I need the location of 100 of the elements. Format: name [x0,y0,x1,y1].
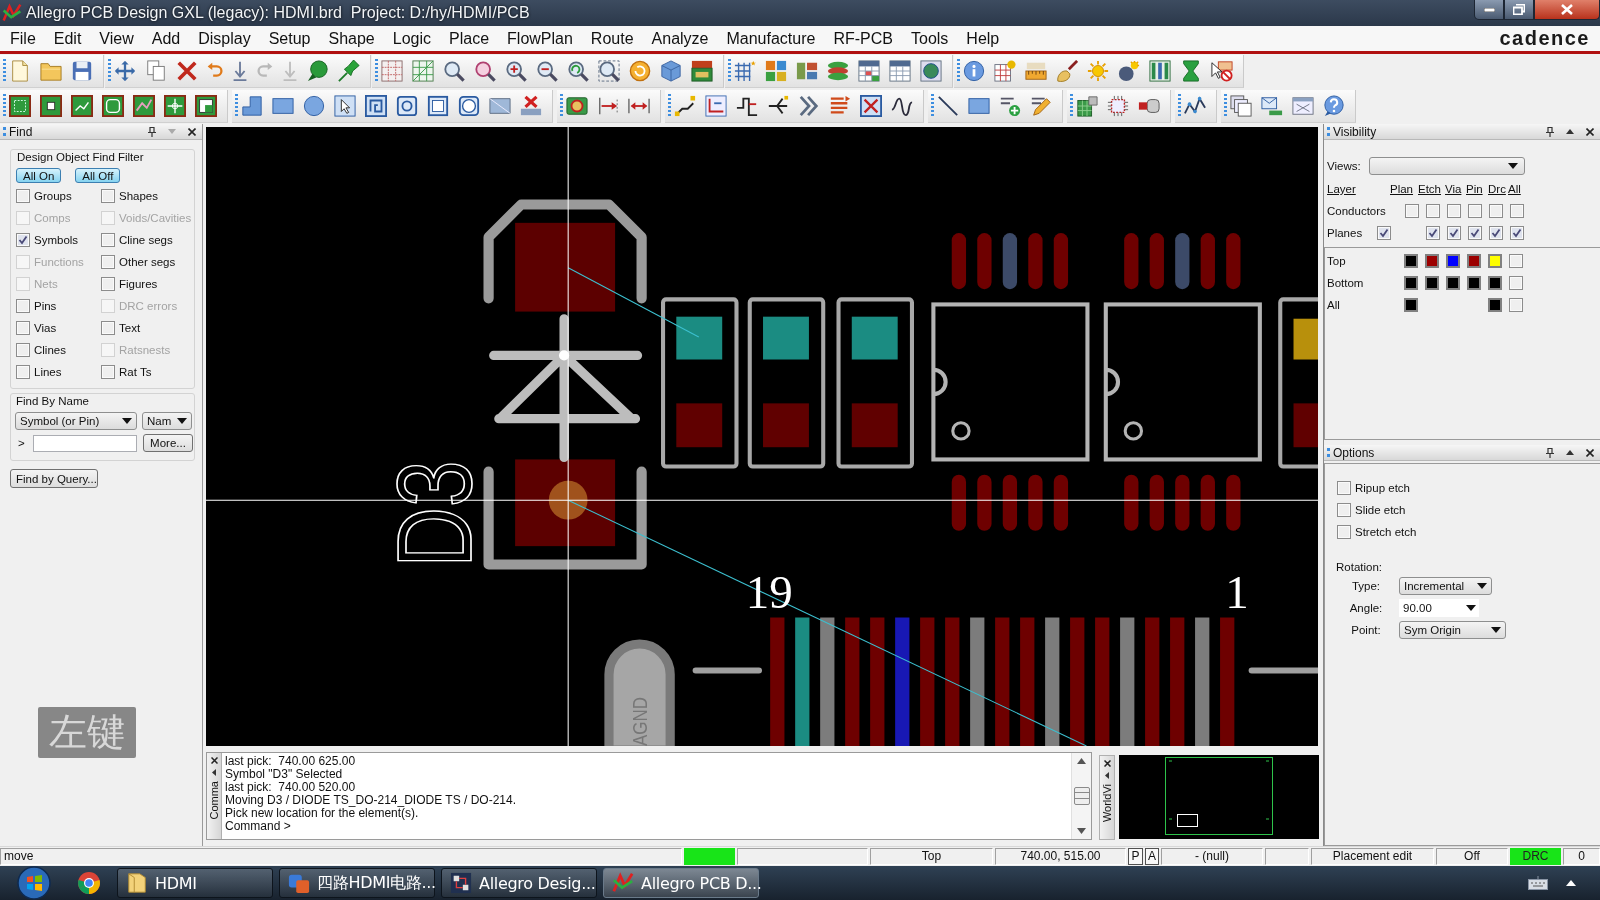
cube-icon[interactable] [660,60,682,82]
checkbox[interactable] [101,365,115,379]
column-header-link[interactable]: Via [1445,183,1466,195]
table-icon[interactable] [994,60,1016,82]
delete-icon[interactable] [176,60,198,82]
menu-item[interactable]: Setup [259,28,320,49]
circle-logo-icon[interactable] [77,871,101,895]
menu-item[interactable]: Add [142,28,190,49]
menu-item[interactable]: Help [957,28,1009,49]
columns-icon[interactable] [1149,60,1171,82]
checkbox[interactable] [1425,226,1440,240]
pointer-icon[interactable] [334,95,356,117]
circuit-board-icon[interactable] [566,95,588,117]
save-icon[interactable] [71,60,93,82]
spreadsheet-icon[interactable] [889,60,911,82]
grip-icon[interactable] [3,127,6,136]
filter-button[interactable]: All Off [75,168,121,183]
checkbox[interactable] [1509,226,1524,240]
rectangle-icon[interactable] [968,95,990,117]
layer-color-swatch[interactable] [1445,254,1460,268]
copy-icon[interactable] [145,60,167,82]
panel-tab[interactable]: Comma [207,753,222,839]
menu-item[interactable]: Shape [319,28,384,49]
refresh-icon[interactable] [629,60,651,82]
checkbox[interactable] [16,343,30,357]
layer-color-swatch[interactable] [1403,276,1418,290]
collapse-arrow-icon[interactable] [1566,450,1574,455]
checkbox[interactable] [1467,204,1482,218]
grid-icon[interactable] [734,60,756,82]
menu-item[interactable]: Tools [902,28,958,49]
squiggle-icon[interactable] [891,95,913,117]
zoom-in-icon[interactable] [505,60,527,82]
toolbar-grip[interactable] [3,59,6,83]
menu-item[interactable]: Manufacture [717,28,825,49]
brush-icon[interactable] [1056,60,1078,82]
restore-button[interactable] [1504,0,1534,20]
column-header-link[interactable]: Pin [1466,183,1488,195]
bomb-icon[interactable] [1118,60,1140,82]
close-icon[interactable] [210,757,218,764]
checkbox[interactable] [1508,254,1523,268]
toolbar-grip[interactable] [560,94,563,118]
toggle-button[interactable]: P [1128,848,1143,865]
checkbox[interactable] [1508,276,1523,290]
zoom-icon[interactable] [443,60,465,82]
panel-tab[interactable]: WorldVi [1099,755,1115,840]
checkbox[interactable] [101,277,115,291]
shaded-rectangle-icon[interactable] [489,95,511,117]
stacked-windows-icon[interactable] [1230,95,1252,117]
graph-icon[interactable] [1184,95,1206,117]
blocks-icon[interactable] [796,60,818,82]
square-tile-icon[interactable] [195,95,217,117]
square-icon[interactable] [427,95,449,117]
move-icon[interactable] [114,60,136,82]
grid-sheet-icon[interactable] [1076,95,1098,117]
scroll-down-icon[interactable] [1077,828,1086,834]
checkbox[interactable] [16,321,30,335]
cross-box-icon[interactable] [860,95,882,117]
window-icon[interactable] [1292,95,1314,117]
checkbox[interactable] [16,233,30,247]
close-button[interactable] [1534,0,1600,20]
start-button[interactable] [17,866,51,900]
checkbox[interactable] [16,299,30,313]
query-button[interactable]: Find by Query... [10,469,98,488]
collapse-arrow-icon[interactable] [1566,129,1574,134]
column-header-link[interactable]: Etch [1418,183,1445,195]
toolbar-grip[interactable] [668,94,671,118]
spreadsheet-icon[interactable] [858,60,880,82]
layer-stack-icon[interactable] [827,60,849,82]
route-icon[interactable] [736,95,758,117]
checkbox[interactable] [101,321,115,335]
dropdown[interactable] [1369,157,1525,175]
dropdown[interactable]: Symbol (or Pin) [15,412,137,430]
line-icon[interactable] [937,95,959,117]
circle-icon[interactable] [303,95,325,117]
menu-item[interactable]: RF-PCB [824,28,902,49]
taskbar-label[interactable]: 四路HDMI电路... [317,872,436,894]
checkbox[interactable] [101,189,115,203]
close-icon[interactable] [1586,448,1594,457]
input-field[interactable] [33,434,137,452]
help-icon[interactable] [1323,95,1345,117]
checkbox[interactable] [1337,503,1351,517]
left-arrow-icon[interactable] [212,769,216,776]
toolbar-grip[interactable] [375,59,378,83]
layer-color-swatch[interactable] [1466,276,1481,290]
checkbox[interactable] [101,233,115,247]
overview-map[interactable] [1119,755,1319,839]
keyboard-icon[interactable] [1528,876,1548,890]
down-arrow-icon[interactable] [232,60,248,82]
checkbox[interactable] [1425,204,1440,218]
square-tile-icon[interactable] [133,95,155,117]
menu-item[interactable]: Route [581,28,643,49]
taskbar-label[interactable]: HDMI [155,873,197,893]
taskbar-label[interactable]: Allegro Desig... [479,873,596,893]
taskbar-label[interactable]: Allegro PCB D... [641,873,762,893]
circuit-board-icon[interactable] [691,60,713,82]
square-tile-icon[interactable] [9,95,31,117]
checkbox[interactable] [1488,204,1503,218]
circle-square-icon[interactable] [458,95,480,117]
left-arrow-icon[interactable] [1105,772,1109,779]
panel-tab-label[interactable]: Comma [208,781,220,820]
